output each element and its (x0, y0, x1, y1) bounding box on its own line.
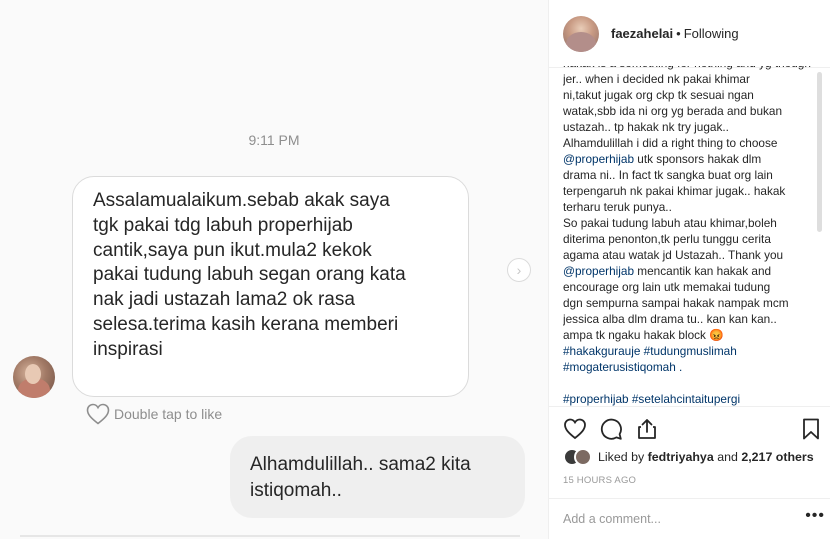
post-actions (563, 415, 825, 443)
hashtag-line[interactable]: #properhijab #setelahcintaitupergi (563, 391, 815, 407)
dm-screenshot: 9:11 PM Assalamualaikum.sebab akak saya … (0, 0, 548, 539)
caption-line: dgn sempurna sampai hakak nampak mcm (563, 296, 789, 310)
caption-line: watak,sbb ida ni org yg berada and bukan (563, 104, 783, 118)
share-icon[interactable] (635, 417, 659, 441)
double-tap-like-hint[interactable]: Double tap to like (86, 403, 222, 425)
caption-line: ni,takut jugak org ckp tk sesuai ngan (563, 88, 754, 102)
caption-line: jer.. when i decided nk pakai khimar (563, 72, 750, 86)
incoming-message-line: inspirasi (93, 338, 163, 360)
liker-username-link[interactable]: fedtriyahya (648, 450, 714, 464)
bookmark-icon[interactable] (799, 417, 823, 441)
outgoing-message-line: Alhamdulillah.. sama2 kita (250, 454, 471, 475)
post-panel: faezahelai • Following hakak is a someth… (548, 0, 830, 539)
incoming-message-bubble: Assalamualaikum.sebab akak saya tgk paka… (72, 176, 469, 397)
incoming-message-line: Assalamualaikum.sebab akak saya (93, 190, 390, 211)
hashtag-line[interactable]: #mogaterusistiqomah . (563, 359, 815, 375)
caption-line: So pakai tudung labuh atau khimar,boleh (563, 216, 777, 230)
outgoing-message-bubble: Alhamdulillah.. sama2 kita istiqomah.. (230, 436, 525, 518)
caption-line: drama ni.. In fact tk sangka buat org la… (563, 168, 773, 182)
heart-icon[interactable] (563, 417, 587, 441)
post-header: faezahelai • Following (549, 0, 830, 68)
caption-line: agama atau watak jd Ustazah.. Thank you (563, 248, 784, 262)
caption-line: Alhamdulillah i did a right thing to cho… (563, 136, 778, 150)
likes-prefix: Liked by (598, 450, 645, 464)
double-tap-label: Double tap to like (114, 406, 223, 422)
following-button[interactable]: Following (684, 26, 739, 41)
chevron-right-icon[interactable]: › (507, 258, 531, 282)
divider (20, 535, 520, 537)
divider (549, 406, 830, 407)
incoming-message-line: nak jadi ustazah lama2 ok rasa (93, 289, 355, 311)
likes-count-link[interactable]: 2,217 others (741, 450, 813, 464)
incoming-message-line: pakai tudung labuh segan orang kata (93, 264, 406, 286)
incoming-message-line: selesa.terima kasih kerana memberi (93, 313, 399, 335)
mention-link[interactable]: @properhijab (563, 152, 634, 166)
liker-avatar (574, 448, 592, 466)
outgoing-message-line: istiqomah.. (250, 480, 342, 501)
likes-summary[interactable]: Liked by fedtriyahya and 2,217 others (563, 446, 814, 468)
incoming-message-line: cantik,saya pun ikut.mula2 kekok (93, 239, 372, 261)
caption-line: terharu teruk punya.. (563, 200, 672, 214)
post-timestamp[interactable]: 15 HOURS AGO (563, 475, 636, 486)
caption-line-with-mention: @properhijab utk sponsors hakak dlm (563, 152, 762, 166)
mention-link[interactable]: @properhijab (563, 264, 634, 278)
comment-bar: ••• (563, 508, 825, 530)
comment-icon[interactable] (599, 417, 623, 441)
caption-line-with-mention: @properhijab mencantik kan hakak and (563, 264, 772, 278)
caption-line: ustazah.. tp hakak nk try jugak.. (563, 120, 729, 134)
likes-conjunction: and (717, 450, 738, 464)
message-time: 9:11 PM (248, 132, 300, 148)
incoming-message-line: tgk pakai tdg labuh properhijab (93, 214, 353, 236)
separator-dot: • (676, 26, 681, 41)
caption-line: jessica alba dlm drama tu.. kan kan kan.… (563, 312, 777, 326)
username-link[interactable]: faezahelai (611, 26, 673, 41)
more-options-icon[interactable]: ••• (805, 508, 825, 527)
divider (549, 498, 830, 499)
sender-avatar[interactable] (13, 356, 55, 398)
hashtag-line[interactable]: #hakakgurauje #tudungmuslimah (563, 343, 815, 359)
caption: hakak is a something for nothing and yg … (563, 66, 815, 407)
caption-line: ampa tk ngaku hakak block 😡 (563, 328, 724, 342)
caption-scrollbar[interactable] (817, 72, 822, 232)
caption-line: diterima penonton,tk perlu tunggu cerita (563, 232, 771, 246)
heart-outline-icon (86, 403, 110, 425)
profile-avatar[interactable] (563, 15, 599, 52)
comment-input[interactable] (563, 512, 783, 526)
caption-line: encourage org lain utk memakai tudung (563, 280, 771, 294)
caption-line: terpengaruh nk pakai khimar jugak.. haka… (563, 184, 786, 198)
